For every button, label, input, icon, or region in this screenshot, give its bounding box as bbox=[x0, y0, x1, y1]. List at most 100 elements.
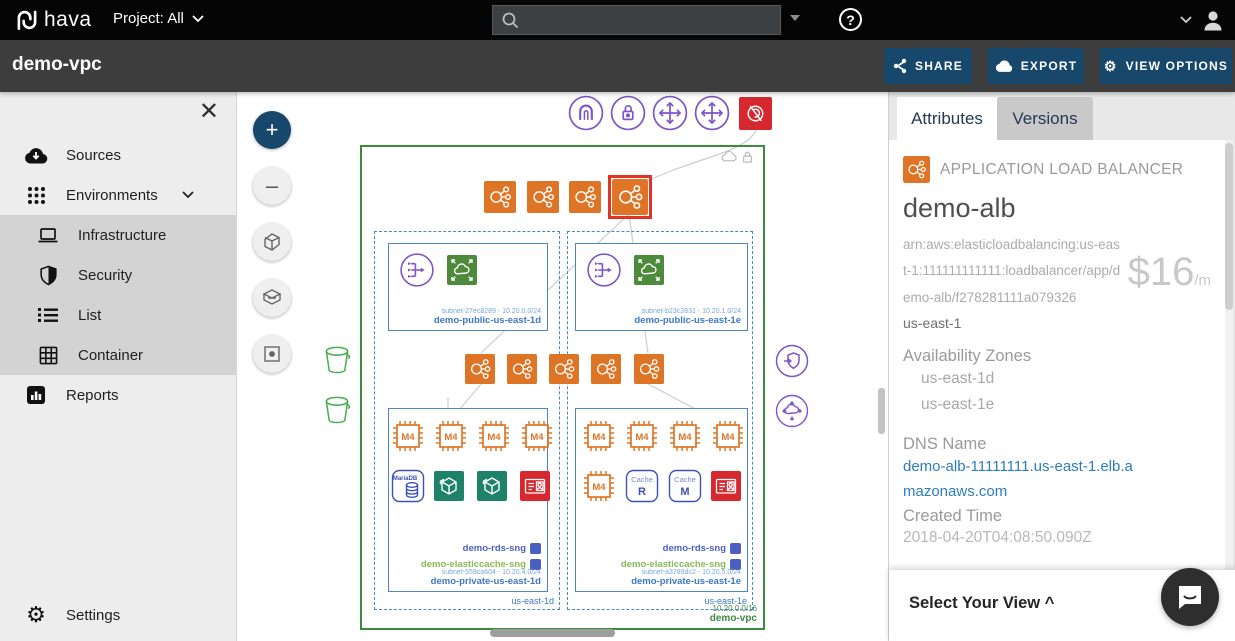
ec2-m4-instance[interactable]: M4 bbox=[434, 419, 468, 453]
route-table-icon[interactable] bbox=[399, 252, 435, 288]
svg-text:M4: M4 bbox=[592, 432, 606, 443]
tab-versions[interactable]: Versions bbox=[997, 97, 1093, 140]
subnet-private-1d[interactable]: M4 M4 M4 M4 MariaDB demo-rds-sng demo-el… bbox=[388, 408, 552, 592]
alb-node[interactable] bbox=[569, 181, 601, 213]
search-dropdown-icon[interactable] bbox=[790, 15, 800, 22]
cloud-icon bbox=[995, 59, 1012, 72]
cloud-transit-icon[interactable] bbox=[775, 394, 809, 428]
elasticache-node[interactable] bbox=[434, 471, 464, 501]
laptop-icon bbox=[36, 227, 60, 244]
vpc-name: demo-vpc bbox=[709, 613, 757, 624]
svg-text:M4: M4 bbox=[635, 432, 649, 443]
shield-endpoint-icon[interactable] bbox=[775, 344, 809, 378]
alb-node[interactable] bbox=[527, 181, 559, 213]
bar-chart-icon bbox=[24, 385, 48, 405]
chat-bubble-icon bbox=[1179, 586, 1201, 609]
alb-node[interactable] bbox=[507, 354, 537, 384]
sidebar-item-settings[interactable]: ⚙ Settings bbox=[0, 595, 236, 635]
ec2-m4-instance[interactable]: M4 bbox=[582, 469, 616, 503]
account-chevron-icon[interactable] bbox=[1180, 16, 1192, 24]
ec2-m4-instance[interactable]: M4 bbox=[668, 419, 702, 453]
resource-type: APPLICATION LOAD BALANCER bbox=[940, 160, 1184, 178]
search-icon bbox=[501, 11, 519, 29]
sidebar-item-infrastructure[interactable]: Infrastructure bbox=[0, 215, 236, 255]
export-button[interactable]: EXPORT bbox=[988, 48, 1084, 84]
alb-node-selected[interactable] bbox=[608, 175, 652, 219]
horizontal-scrollbar[interactable] bbox=[490, 629, 615, 637]
ec2-m4-instance[interactable]: M4 bbox=[391, 419, 425, 453]
ec2-m4-instance[interactable]: M4 bbox=[477, 419, 511, 453]
hava-logo-icon bbox=[14, 7, 40, 33]
alb-node[interactable] bbox=[465, 354, 495, 384]
ec2-m4-instance[interactable]: M4 bbox=[625, 419, 659, 453]
network-expand-icon[interactable] bbox=[652, 95, 688, 131]
hava-logo[interactable]: hava bbox=[14, 7, 92, 33]
lock-security-icon[interactable] bbox=[610, 95, 646, 131]
resource-region: us-east-1 bbox=[903, 314, 962, 331]
fit-view-button[interactable] bbox=[253, 335, 291, 373]
zoom-in-button[interactable]: + bbox=[253, 111, 291, 149]
nat-gateway-icon[interactable] bbox=[634, 255, 664, 285]
square-dot-icon bbox=[264, 346, 280, 362]
sidebar-item-reports[interactable]: Reports bbox=[0, 375, 236, 415]
svg-text:M4: M4 bbox=[487, 432, 501, 443]
s3-bucket-icon[interactable] bbox=[322, 344, 352, 377]
license-card-node[interactable] bbox=[520, 471, 550, 501]
internet-gateway-icon[interactable] bbox=[568, 95, 604, 131]
sidebar-item-label: Settings bbox=[66, 606, 121, 624]
sidebar-close-icon[interactable]: ✕ bbox=[199, 100, 219, 124]
cache-r-node[interactable]: Cache R bbox=[625, 469, 659, 503]
alb-node[interactable] bbox=[634, 354, 664, 384]
zoom-out-button[interactable]: – bbox=[253, 167, 291, 205]
mariadb-rds-instance[interactable]: MariaDB bbox=[391, 469, 425, 503]
resource-name: demo-alb bbox=[903, 193, 1016, 223]
diagram-canvas[interactable]: + – 10.20.0.0/16 demo-vpc us-east-1d us-… bbox=[237, 92, 888, 641]
route-table-icon[interactable] bbox=[586, 252, 622, 288]
subnet-public-1e[interactable]: subnet-b23c2831 - 10.20.1.0/24 demo-publ… bbox=[575, 243, 748, 331]
chat-button[interactable] bbox=[1161, 568, 1219, 626]
sidebar-item-label: List bbox=[78, 306, 102, 324]
alb-node[interactable] bbox=[591, 354, 621, 384]
nat-gateway-icon[interactable] bbox=[447, 255, 477, 285]
license-card-node[interactable] bbox=[711, 471, 741, 501]
project-selector[interactable]: Project: All bbox=[113, 10, 204, 27]
sidebar-item-environments[interactable]: Environments bbox=[0, 175, 236, 215]
ec2-m4-instance[interactable]: M4 bbox=[582, 419, 616, 453]
search-input[interactable] bbox=[525, 12, 772, 28]
tab-attributes[interactable]: Attributes bbox=[897, 97, 997, 140]
alb-node[interactable] bbox=[549, 354, 579, 384]
sidebar-item-label: Reports bbox=[66, 386, 119, 404]
s3-bucket-icon-2[interactable] bbox=[322, 394, 352, 427]
cache-m-node[interactable]: Cache M bbox=[668, 469, 702, 503]
dns-heading: DNS Name bbox=[903, 434, 987, 453]
waf-icon-selected[interactable] bbox=[739, 97, 772, 130]
share-button[interactable]: SHARE bbox=[884, 48, 972, 84]
search-box[interactable] bbox=[492, 5, 781, 35]
alb-node[interactable] bbox=[484, 181, 516, 213]
3d-view-button[interactable] bbox=[253, 223, 291, 261]
select-view-button[interactable]: Select Your View ^ bbox=[909, 594, 1054, 613]
panel-scrollbar[interactable] bbox=[1225, 143, 1233, 310]
subnet-public-1d[interactable]: subnet-27ec8289 - 10.20.0.0/24 demo-publ… bbox=[388, 243, 548, 331]
az-label: us-east-1d bbox=[511, 596, 554, 606]
dns-link[interactable]: demo-alb-11111111.us-east-1.elb.amazonaw… bbox=[903, 454, 1133, 505]
sidebar-item-container[interactable]: Container bbox=[0, 335, 236, 375]
sidebar-item-sources[interactable]: Sources bbox=[0, 135, 236, 175]
user-avatar-icon[interactable] bbox=[1200, 7, 1226, 33]
sidebar-item-list[interactable]: List bbox=[0, 295, 236, 335]
sidebar-item-security[interactable]: Security bbox=[0, 255, 236, 295]
elasticache-node[interactable] bbox=[477, 471, 507, 501]
network-expand-icon-2[interactable] bbox=[694, 95, 730, 131]
ec2-m4-instance[interactable]: M4 bbox=[711, 419, 745, 453]
sg-badge-icon bbox=[730, 543, 741, 554]
view-options-button[interactable]: ⚙ VIEW OPTIONS bbox=[1100, 48, 1232, 84]
resource-arn: arn:aws:elasticloadbalancing:us-east-1:1… bbox=[903, 237, 1121, 305]
ec2-m4-instance[interactable]: M4 bbox=[520, 419, 554, 453]
help-icon[interactable]: ? bbox=[839, 8, 862, 31]
vertical-scrollbar[interactable] bbox=[878, 388, 885, 434]
attributes-panel: Attributes Versions APPLICATION LOAD BAL… bbox=[888, 92, 1235, 641]
isometric-view-button[interactable] bbox=[253, 279, 291, 317]
created-time: 2018-04-20T04:08:50.090Z bbox=[903, 528, 1092, 546]
title-bar: demo-vpc SHARE EXPORT ⚙ VIEW OPTIONS bbox=[0, 40, 1235, 92]
subnet-private-1e[interactable]: M4 M4 M4 M4 M4 Cache R Cache M demo-rds-… bbox=[575, 408, 748, 592]
